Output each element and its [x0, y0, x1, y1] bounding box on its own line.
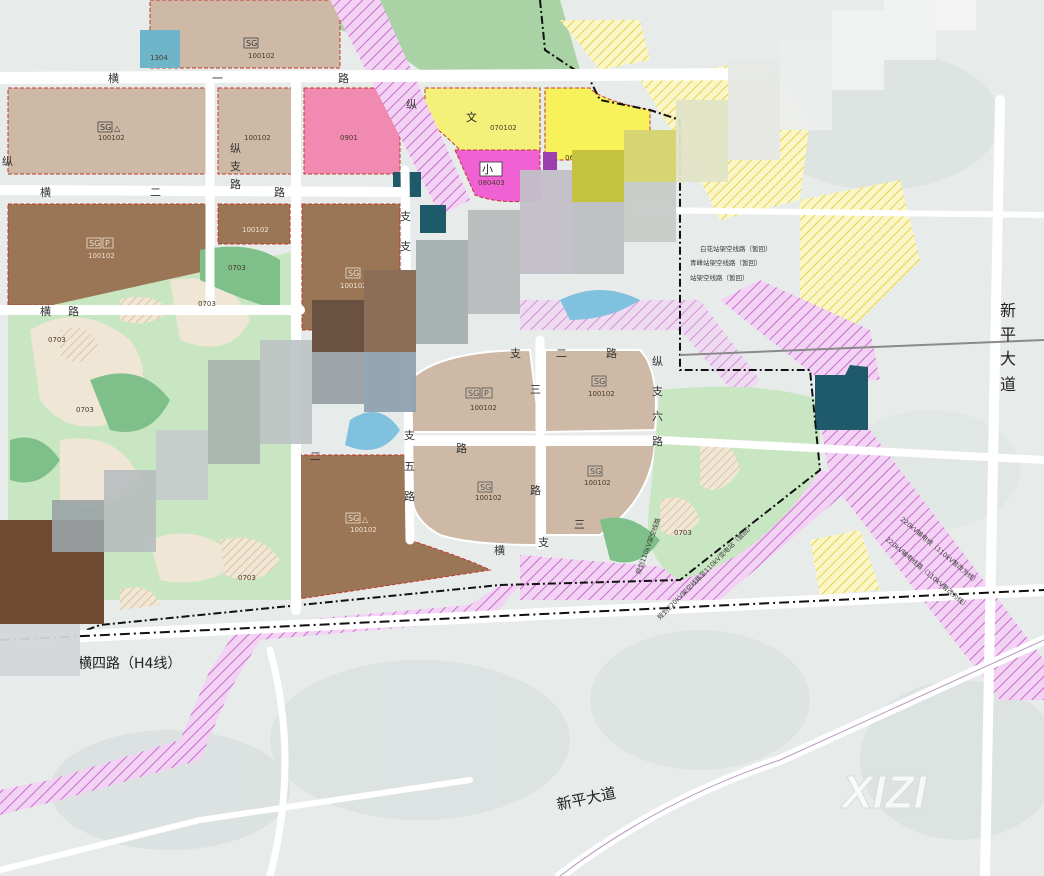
svg-text:纵: 纵 — [652, 355, 663, 368]
svg-text:二: 二 — [556, 347, 567, 360]
svg-text:△: △ — [114, 124, 121, 133]
svg-text:六: 六 — [652, 410, 663, 423]
svg-text:△: △ — [362, 515, 369, 524]
svg-text:纵: 纵 — [230, 142, 241, 155]
watermark-logo: XIZI — [839, 766, 928, 818]
svg-text:纵: 纵 — [2, 155, 13, 168]
svg-text:路: 路 — [606, 347, 617, 360]
svg-text:SG: SG — [468, 389, 479, 398]
svg-text:路: 路 — [456, 442, 467, 455]
svg-text:路: 路 — [230, 178, 241, 191]
land-use-map: 100102 1304 100102 100102 0901 070102 08… — [0, 0, 1044, 876]
svg-text:100102: 100102 — [350, 526, 377, 534]
svg-text:横: 横 — [40, 185, 51, 199]
svg-text:100102: 100102 — [242, 226, 269, 234]
svg-text:SG: SG — [590, 467, 601, 476]
svg-text:大: 大 — [1000, 349, 1016, 368]
svg-text:道: 道 — [1000, 375, 1016, 394]
svg-text:支: 支 — [400, 240, 411, 253]
svg-text:SG: SG — [89, 239, 100, 248]
svg-text:支: 支 — [510, 347, 521, 360]
svg-text:SG: SG — [348, 514, 359, 523]
svg-text:100102: 100102 — [584, 479, 611, 487]
svg-text:横: 横 — [494, 543, 505, 557]
svg-text:100102: 100102 — [244, 134, 271, 142]
svg-text:100102: 100102 — [588, 390, 615, 398]
svg-text:路: 路 — [338, 72, 349, 85]
svg-text:SG: SG — [348, 269, 359, 278]
utility-box-b — [420, 205, 446, 233]
svg-text:路: 路 — [274, 186, 285, 199]
svg-text:SG: SG — [594, 377, 605, 386]
svg-text:0703: 0703 — [238, 574, 256, 582]
svg-text:P: P — [484, 389, 489, 398]
svg-text:SG: SG — [480, 483, 491, 492]
svg-text:二: 二 — [310, 450, 321, 463]
svg-text:青峰站架空线路（暂回）: 青峰站架空线路（暂回） — [690, 258, 762, 267]
svg-text:0703: 0703 — [228, 264, 246, 272]
svg-text:0703: 0703 — [48, 336, 66, 344]
svg-text:支: 支 — [400, 210, 411, 223]
svg-text:站架空线路（暂回）: 站架空线路（暂回） — [690, 273, 749, 282]
svg-text:0703: 0703 — [76, 406, 94, 414]
label-h4-road: 横四路（H4线） — [78, 656, 181, 672]
svg-text:070102: 070102 — [490, 124, 517, 132]
svg-text:SG: SG — [246, 39, 257, 48]
svg-text:文: 文 — [466, 110, 477, 124]
svg-text:100102: 100102 — [475, 494, 502, 502]
svg-text:0703: 0703 — [674, 529, 692, 537]
svg-text:P: P — [105, 239, 110, 248]
svg-text:100102: 100102 — [98, 134, 125, 142]
svg-text:纵: 纵 — [406, 98, 417, 111]
svg-text:支: 支 — [538, 536, 549, 549]
svg-text:二: 二 — [150, 186, 161, 199]
svg-text:三: 三 — [530, 383, 541, 396]
svg-text:0901: 0901 — [340, 134, 358, 142]
svg-text:支: 支 — [404, 429, 415, 442]
svg-text:路: 路 — [68, 305, 79, 318]
svg-text:支: 支 — [652, 385, 663, 398]
svg-text:一: 一 — [212, 72, 223, 85]
svg-text:路: 路 — [530, 484, 541, 497]
svg-text:SG: SG — [100, 123, 111, 132]
map-canvas: 100102 1304 100102 100102 0901 070102 08… — [0, 0, 1044, 876]
parcel-top-left-utility — [140, 30, 180, 68]
svg-text:支: 支 — [230, 160, 241, 173]
svg-text:路: 路 — [652, 435, 663, 448]
svg-text:0703: 0703 — [198, 300, 216, 308]
svg-text:新: 新 — [1000, 301, 1016, 320]
svg-text:白花站架空线路（暂回）: 白花站架空线路（暂回） — [700, 244, 772, 253]
svg-text:100102: 100102 — [88, 252, 115, 260]
svg-text:三: 三 — [574, 518, 585, 531]
svg-text:100102: 100102 — [340, 282, 367, 290]
svg-text:100102: 100102 — [470, 404, 497, 412]
svg-text:080403: 080403 — [478, 179, 505, 187]
svg-text:五: 五 — [404, 460, 415, 473]
svg-text:横: 横 — [40, 304, 51, 318]
svg-text:100102: 100102 — [248, 52, 275, 60]
svg-text:平: 平 — [1000, 325, 1016, 344]
svg-text:小: 小 — [482, 163, 493, 176]
svg-text:1304: 1304 — [150, 54, 168, 62]
svg-text:横: 横 — [108, 71, 119, 85]
svg-text:路: 路 — [404, 490, 415, 503]
